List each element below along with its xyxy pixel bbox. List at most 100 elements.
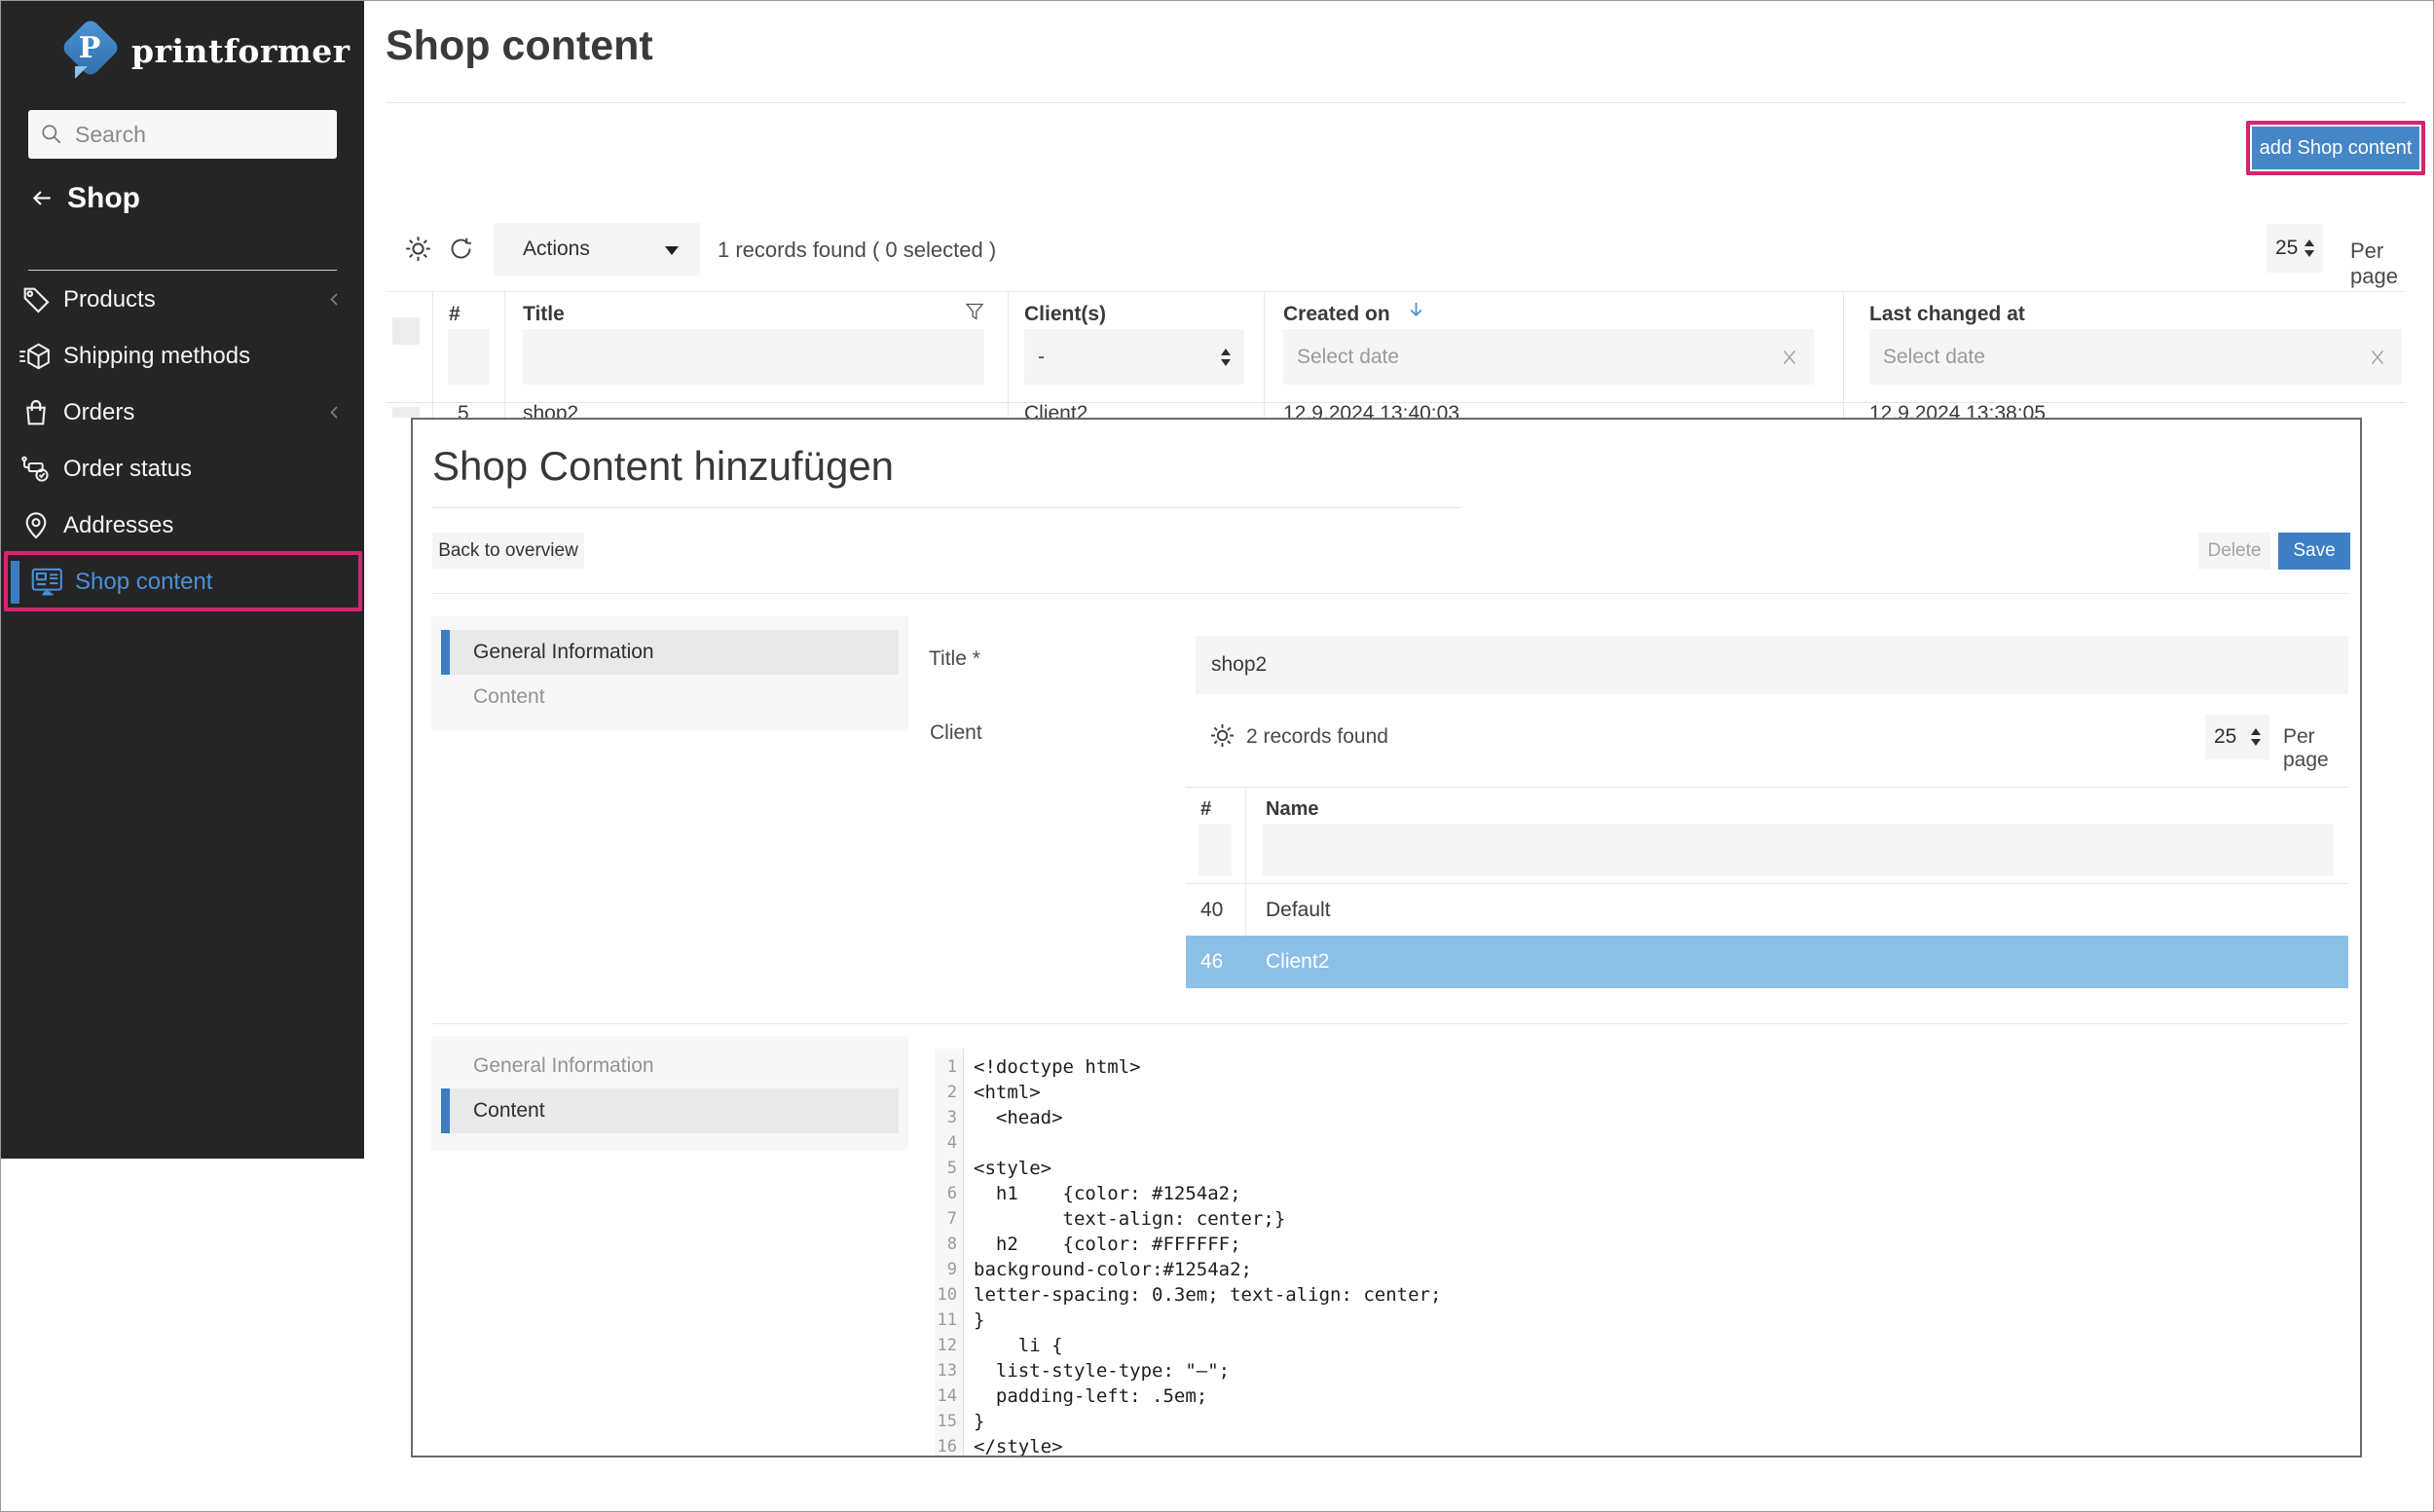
nav-item-general-information[interactable]: General Information	[441, 630, 899, 675]
map-pin-icon	[18, 508, 54, 543]
sidebar-item-label: Shop content	[75, 569, 212, 596]
gear-icon[interactable]	[1209, 722, 1235, 754]
client-row-client2-selected[interactable]: 46 Client2	[1186, 936, 2348, 988]
gear-icon[interactable]	[404, 235, 432, 268]
sort-descending-icon[interactable]	[1405, 299, 1427, 326]
search-icon	[40, 123, 63, 146]
client-row-name: Default	[1266, 899, 1331, 922]
delete-button[interactable]: Delete	[2198, 533, 2270, 570]
active-indicator	[441, 630, 450, 675]
client-name-filter-box[interactable]	[1263, 824, 2334, 876]
client-per-page-label: Per page	[2283, 725, 2360, 772]
chevron-left-icon	[323, 288, 347, 316]
client-row-id: 40	[1200, 899, 1223, 922]
sidebar-item-order-status[interactable]: Order status	[1, 447, 364, 492]
column-header-created-on[interactable]: Created on	[1283, 303, 1390, 326]
select-all-checkbox[interactable]	[392, 317, 420, 345]
nav-item-content[interactable]: Content	[441, 675, 899, 719]
modal-title-divider	[432, 507, 1460, 508]
content-section-nav: General Information Content	[431, 1036, 908, 1151]
title-field-label: Title *	[929, 647, 980, 671]
filter-funnel-icon[interactable]	[963, 299, 986, 329]
client-table: # Name 40 Default 46 Client2	[1186, 787, 2348, 987]
row-last-changed: 12.9.2024 13:38:05	[1869, 403, 2046, 418]
row-clients: Client2	[1024, 403, 1088, 418]
nav-item-label: Content	[473, 1099, 545, 1122]
sidebar-item-shipping-methods[interactable]: Shipping methods	[1, 334, 364, 379]
client-row-default[interactable]: 40 Default	[1186, 883, 2348, 936]
sidebar-section-header[interactable]: Shop	[28, 182, 140, 215]
per-page-value: 25	[2275, 237, 2298, 260]
clients-filter-value: -	[1038, 346, 1045, 369]
general-section-nav: General Information Content	[431, 616, 908, 731]
save-button[interactable]: Save	[2278, 533, 2350, 570]
client-column-header-name: Name	[1266, 798, 1318, 821]
last-changed-date-wrap	[1869, 329, 2402, 385]
modal-section-divider	[432, 1023, 2348, 1024]
table-top-border	[386, 291, 2406, 292]
sidebar-item-label: Orders	[63, 399, 134, 426]
created-on-date-input[interactable]	[1283, 329, 1779, 385]
sidebar-item-label: Addresses	[63, 512, 173, 539]
back-to-overview-button[interactable]: Back to overview	[432, 533, 584, 570]
search-input[interactable]	[75, 122, 318, 148]
title-field-input[interactable]	[1196, 636, 2348, 694]
column-header-clients: Client(s)	[1024, 303, 1106, 326]
column-header-last-changed: Last changed at	[1869, 303, 2025, 326]
clear-x-icon[interactable]	[2367, 347, 2388, 368]
per-page-select[interactable]: 25	[2267, 224, 2323, 273]
title-filter-input[interactable]	[523, 329, 984, 385]
nav-item-label: General Information	[473, 1054, 654, 1077]
printformer-logo-icon: P	[59, 19, 120, 82]
sidebar-item-shop-content[interactable]: Shop content	[1, 560, 364, 605]
column-divider	[1008, 291, 1009, 418]
printformer-logo: P printformer	[59, 17, 313, 85]
tag-icon	[18, 282, 54, 317]
code-lines[interactable]: 1<!doctype html>2<html>3 <head>45<style>…	[935, 1054, 2348, 1457]
row-created-on: 12.9.2024 13:40:03	[1283, 403, 1459, 418]
clients-filter-select[interactable]: -	[1024, 329, 1244, 385]
add-shop-content-button[interactable]: add Shop content	[2252, 127, 2419, 169]
sidebar-item-orders[interactable]: Orders	[1, 390, 364, 435]
client-records-summary: 2 records found	[1246, 725, 1388, 749]
active-indicator	[441, 1088, 450, 1133]
title-filter-input-wrap	[523, 329, 984, 385]
sidebar-search[interactable]	[28, 110, 337, 159]
back-arrow-icon	[28, 186, 55, 211]
caret-down-icon	[665, 246, 679, 255]
page-title: Shop content	[386, 22, 653, 70]
table-row[interactable]: 5 shop2 Client2 12.9.2024 13:40:03 12.9.…	[364, 403, 2434, 418]
nav-item-label: Content	[473, 685, 545, 708]
id-filter-box[interactable]	[448, 329, 490, 385]
client-row-name: Client2	[1266, 950, 1329, 974]
column-divider	[504, 291, 505, 418]
nav-item-general-information[interactable]: General Information	[441, 1044, 899, 1088]
client-column-header-id: #	[1200, 798, 1211, 821]
client-per-page-select[interactable]: 25	[2205, 715, 2269, 759]
code-editor[interactable]: 1<!doctype html>2<html>3 <head>45<style>…	[935, 1049, 2348, 1457]
clear-x-icon[interactable]	[1779, 347, 1800, 368]
per-page-value: 25	[2214, 725, 2236, 749]
row-title: shop2	[523, 403, 578, 418]
nav-item-content[interactable]: Content	[441, 1088, 899, 1133]
sidebar-item-products[interactable]: Products	[1, 277, 364, 322]
actions-dropdown[interactable]: Actions	[494, 223, 700, 276]
created-on-date-wrap	[1283, 329, 1814, 385]
stepper-icon	[1221, 349, 1231, 366]
last-changed-date-input[interactable]	[1869, 329, 2367, 385]
active-indicator	[11, 561, 19, 604]
client-row-id: 46	[1200, 950, 1223, 974]
modal-section-divider	[432, 593, 2348, 594]
shop-content-icon	[30, 565, 65, 600]
column-header-title: Title	[523, 303, 565, 326]
sidebar-item-addresses[interactable]: Addresses	[1, 503, 364, 548]
actions-dropdown-label: Actions	[523, 238, 590, 261]
client-id-filter-box[interactable]	[1199, 824, 1232, 876]
refresh-icon[interactable]	[448, 236, 474, 267]
sidebar-item-label: Order status	[63, 456, 192, 483]
row-checkbox[interactable]	[392, 407, 420, 418]
per-page-label: Per page	[2350, 239, 2433, 289]
column-header-id: #	[449, 303, 461, 326]
stepper-icon	[2251, 728, 2261, 746]
sidebar-item-label: Shipping methods	[63, 343, 250, 370]
